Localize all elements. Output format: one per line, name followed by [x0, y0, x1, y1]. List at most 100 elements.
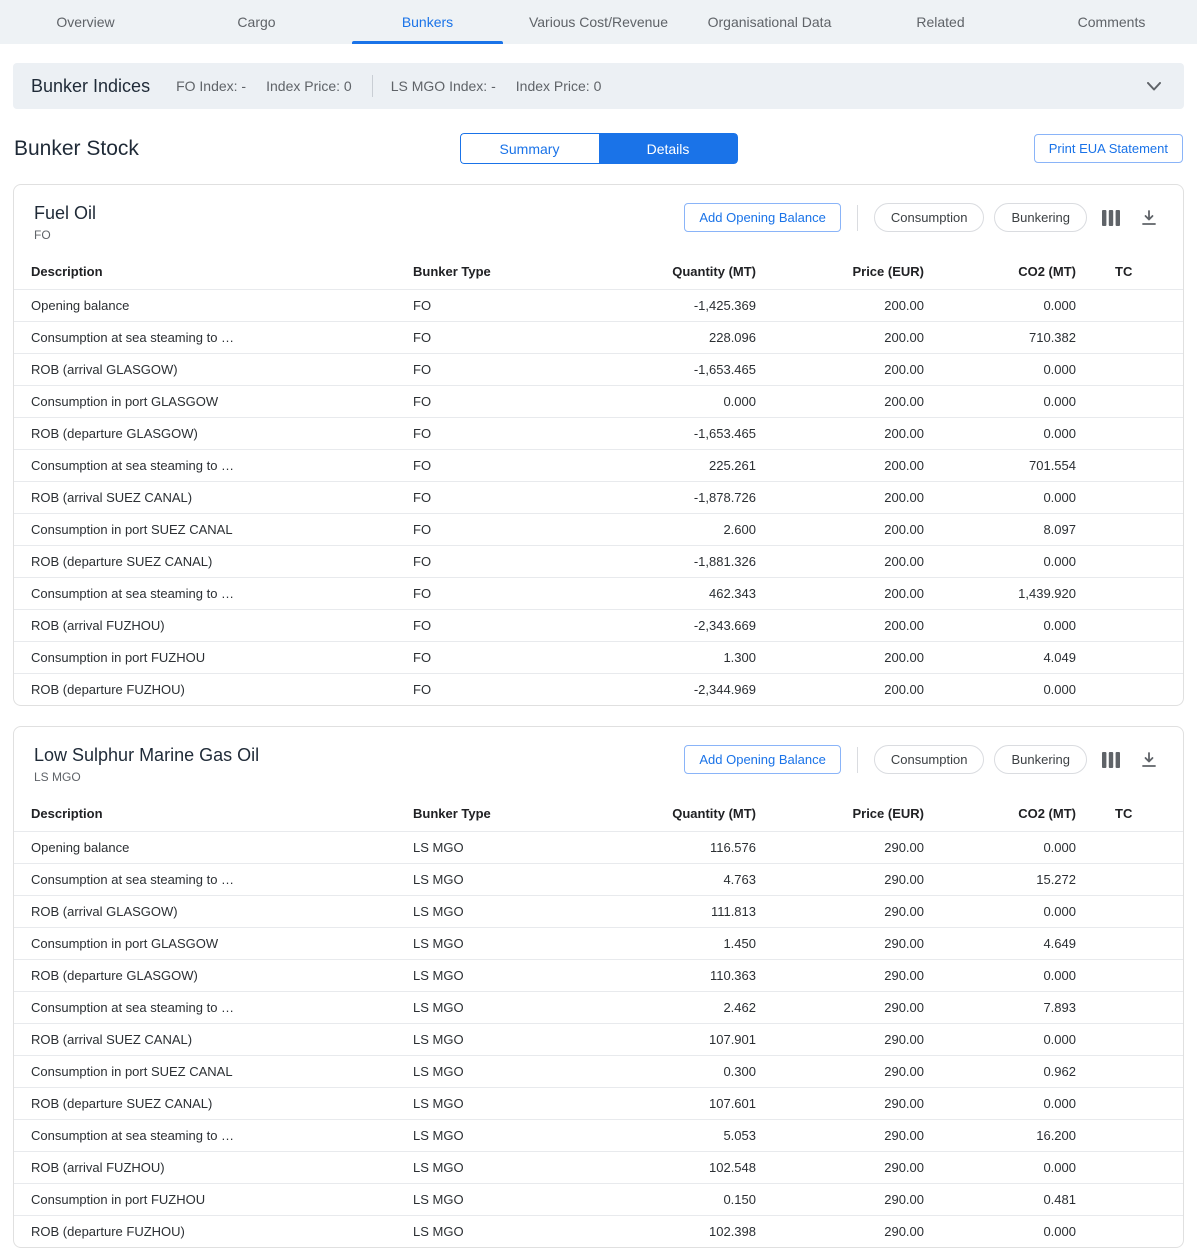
chevron-down-icon[interactable] — [1142, 74, 1166, 98]
row-price: 200.00 — [762, 578, 930, 610]
row-price: 290.00 — [762, 928, 930, 960]
tab-bunkers[interactable]: Bunkers — [342, 0, 513, 44]
add-opening-balance-button[interactable]: Add Opening Balance — [684, 745, 840, 774]
col-price: Price (EUR) — [762, 254, 930, 290]
row-tc — [1082, 1184, 1184, 1216]
row-price: 290.00 — [762, 1184, 930, 1216]
summary-toggle-button[interactable]: Summary — [460, 133, 599, 164]
fuel-oil-card: Fuel Oil FO Add Opening Balance Consumpt… — [13, 184, 1184, 706]
row-description: ROB (arrival SUEZ CANAL) — [14, 482, 407, 514]
download-icon[interactable] — [1135, 204, 1163, 232]
row-co2: 15.272 — [930, 864, 1082, 896]
download-icon[interactable] — [1135, 746, 1163, 774]
row-description: ROB (arrival GLASGOW) — [14, 354, 407, 386]
row-co2: 0.000 — [930, 896, 1082, 928]
table-row: ROB (arrival SUEZ CANAL)LS MGO107.901290… — [14, 1024, 1184, 1056]
row-description: Opening balance — [14, 832, 407, 864]
row-co2: 0.962 — [930, 1056, 1082, 1088]
consumption-button[interactable]: Consumption — [874, 745, 985, 774]
col-quantity: Quantity (MT) — [624, 254, 762, 290]
row-bunker-type: FO — [407, 482, 624, 514]
bunkering-button[interactable]: Bunkering — [994, 203, 1087, 232]
row-co2: 0.000 — [930, 1024, 1082, 1056]
print-eua-statement-button[interactable]: Print EUA Statement — [1034, 134, 1183, 163]
row-quantity: 107.901 — [624, 1024, 762, 1056]
col-quantity: Quantity (MT) — [624, 796, 762, 832]
row-description: Opening balance — [14, 290, 407, 322]
row-price: 290.00 — [762, 896, 930, 928]
columns-icon[interactable] — [1097, 204, 1125, 232]
col-co2: CO2 (MT) — [930, 254, 1082, 290]
details-toggle-button[interactable]: Details — [599, 133, 738, 164]
card-subtitle: LS MGO — [34, 770, 684, 784]
row-co2: 710.382 — [930, 322, 1082, 354]
row-tc — [1082, 832, 1184, 864]
row-tc — [1082, 1120, 1184, 1152]
table-row: Consumption in port SUEZ CANALFO2.600200… — [14, 514, 1184, 546]
actions-divider — [857, 205, 858, 231]
row-quantity: 110.363 — [624, 960, 762, 992]
row-bunker-type: LS MGO — [407, 928, 624, 960]
columns-icon[interactable] — [1097, 746, 1125, 774]
row-description: ROB (arrival FUZHOU) — [14, 610, 407, 642]
table-row: Consumption in port FUZHOULS MGO0.150290… — [14, 1184, 1184, 1216]
row-price: 200.00 — [762, 418, 930, 450]
col-description: Description — [14, 254, 407, 290]
row-bunker-type: FO — [407, 674, 624, 706]
bunkering-button[interactable]: Bunkering — [994, 745, 1087, 774]
row-quantity: 1.450 — [624, 928, 762, 960]
table-row: ROB (departure GLASGOW)FO-1,653.465200.0… — [14, 418, 1184, 450]
row-quantity: 0.150 — [624, 1184, 762, 1216]
col-bunker-type: Bunker Type — [407, 254, 624, 290]
row-price: 290.00 — [762, 864, 930, 896]
row-co2: 0.000 — [930, 1088, 1082, 1120]
table-row: Consumption at sea steaming to …LS MGO2.… — [14, 992, 1184, 1024]
row-quantity: 462.343 — [624, 578, 762, 610]
row-quantity: -1,878.726 — [624, 482, 762, 514]
col-tc: TC — [1082, 796, 1184, 832]
row-description: Consumption in port FUZHOU — [14, 1184, 407, 1216]
row-description: Consumption in port SUEZ CANAL — [14, 1056, 407, 1088]
row-description: ROB (arrival GLASGOW) — [14, 896, 407, 928]
col-description: Description — [14, 796, 407, 832]
row-quantity: 102.548 — [624, 1152, 762, 1184]
row-description: Consumption at sea steaming to … — [14, 864, 407, 896]
row-co2: 0.000 — [930, 610, 1082, 642]
table-row: ROB (arrival FUZHOU)FO-2,343.669200.000.… — [14, 610, 1184, 642]
row-quantity: 228.096 — [624, 322, 762, 354]
tab-related[interactable]: Related — [855, 0, 1026, 44]
row-price: 290.00 — [762, 1024, 930, 1056]
tab-comments[interactable]: Comments — [1026, 0, 1197, 44]
tab-various-cost-revenue[interactable]: Various Cost/Revenue — [513, 0, 684, 44]
row-quantity: -1,881.326 — [624, 546, 762, 578]
top-tab-bar: Overview Cargo Bunkers Various Cost/Reve… — [0, 0, 1197, 44]
row-tc — [1082, 386, 1184, 418]
row-bunker-type: LS MGO — [407, 960, 624, 992]
row-price: 200.00 — [762, 514, 930, 546]
table-row: Consumption at sea steaming to …FO228.09… — [14, 322, 1184, 354]
row-quantity: -1,653.465 — [624, 418, 762, 450]
add-opening-balance-button[interactable]: Add Opening Balance — [684, 203, 840, 232]
row-tc — [1082, 1152, 1184, 1184]
col-tc: TC — [1082, 254, 1184, 290]
row-description: ROB (departure SUEZ CANAL) — [14, 546, 407, 578]
row-price: 200.00 — [762, 674, 930, 706]
fuel-oil-table: Description Bunker Type Quantity (MT) Pr… — [14, 254, 1184, 705]
row-description: ROB (departure GLASGOW) — [14, 960, 407, 992]
bunker-indices-title: Bunker Indices — [31, 76, 150, 97]
row-co2: 0.000 — [930, 482, 1082, 514]
table-row: ROB (departure SUEZ CANAL)FO-1,881.32620… — [14, 546, 1184, 578]
row-description: ROB (departure FUZHOU) — [14, 674, 407, 706]
actions-divider — [857, 747, 858, 773]
table-row: ROB (departure FUZHOU)FO-2,344.969200.00… — [14, 674, 1184, 706]
row-co2: 0.000 — [930, 960, 1082, 992]
tab-organisational-data[interactable]: Organisational Data — [684, 0, 855, 44]
fo-index-value: FO Index: - — [176, 78, 246, 94]
consumption-button[interactable]: Consumption — [874, 203, 985, 232]
row-bunker-type: FO — [407, 386, 624, 418]
fo-index-price: Index Price: 0 — [266, 78, 352, 94]
tab-overview[interactable]: Overview — [0, 0, 171, 44]
tab-cargo[interactable]: Cargo — [171, 0, 342, 44]
row-description: Consumption at sea steaming to … — [14, 322, 407, 354]
indices-divider — [372, 75, 373, 97]
